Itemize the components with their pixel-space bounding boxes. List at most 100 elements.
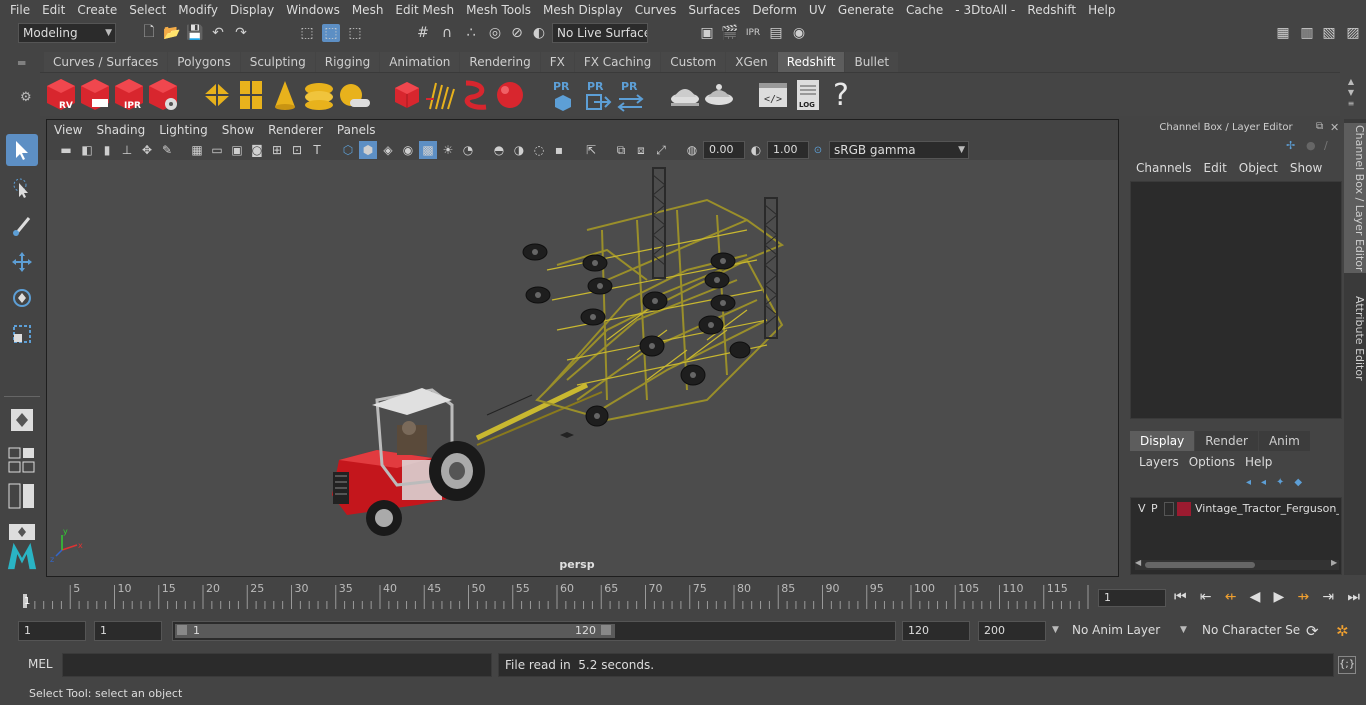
camera-attributes-icon[interactable]: ◧ xyxy=(78,141,96,159)
redshift-script-icon[interactable]: </> xyxy=(756,77,790,113)
redo-icon[interactable]: ↷ xyxy=(232,24,250,42)
menu-mesh[interactable]: Mesh xyxy=(346,0,390,20)
shelf-settings-icon[interactable]: ⚙ xyxy=(20,90,36,106)
shelf-tab-sculpting[interactable]: Sculpting xyxy=(240,52,315,72)
channel-box-menu-edit[interactable]: Edit xyxy=(1198,161,1233,177)
redshift-log-icon[interactable]: LOG xyxy=(790,77,824,113)
camera-select-icon[interactable]: ▬ xyxy=(57,141,75,159)
live-surface-field[interactable]: No Live Surface xyxy=(552,23,648,43)
layer-tab-anim[interactable]: Anim xyxy=(1258,431,1310,451)
menu-curves[interactable]: Curves xyxy=(629,0,683,20)
undo-icon[interactable]: ↶ xyxy=(209,24,227,42)
panel-float-icon[interactable]: ⧉ xyxy=(1316,121,1323,132)
viewport-menu-show[interactable]: Show xyxy=(215,123,261,137)
menu-generate[interactable]: Generate xyxy=(832,0,900,20)
command-input[interactable] xyxy=(62,653,492,677)
redshift-sphere-icon[interactable] xyxy=(492,77,526,113)
play-backward-icon[interactable]: ◀ xyxy=(1250,589,1261,607)
menu-modify[interactable]: Modify xyxy=(172,0,224,20)
move-tool-icon[interactable] xyxy=(6,246,38,278)
step-forward-key-icon[interactable]: ⇥ xyxy=(1322,589,1334,607)
scale-tool-icon[interactable] xyxy=(6,318,38,350)
menu-edit[interactable]: Edit xyxy=(36,0,71,20)
safe-title-icon[interactable]: T xyxy=(308,141,326,159)
animation-end-field[interactable]: 200 xyxy=(978,621,1046,641)
snap-view-icon[interactable]: ◎ xyxy=(486,24,504,42)
anim-layer-selector[interactable]: ▼ No Anim Layer xyxy=(1052,621,1172,641)
redshift-settings-icon[interactable] xyxy=(146,77,180,113)
shelf-tab-animation[interactable]: Animation xyxy=(380,52,460,72)
viewport-menu-panels[interactable]: Panels xyxy=(330,123,383,137)
select-object-icon[interactable]: ⬚ xyxy=(322,24,340,42)
menu-mesh-tools[interactable]: Mesh Tools xyxy=(460,0,537,20)
anim-preferences-icon[interactable]: ✲ xyxy=(1336,622,1349,640)
2d-pan-zoom-icon[interactable]: ✥ xyxy=(138,141,156,159)
motion-blur-icon[interactable]: ◓ xyxy=(490,141,508,159)
smooth-shade-icon[interactable]: ⬢ xyxy=(359,141,377,159)
textured-icon[interactable]: ◉ xyxy=(399,141,417,159)
render-view-icon[interactable]: ▣ xyxy=(698,24,716,42)
layer-menu-options[interactable]: Options xyxy=(1184,455,1240,471)
color-space-selector[interactable]: sRGB gamma ▼ xyxy=(829,141,969,159)
side-tab-channel-box[interactable]: Channel Box / Layer Editor xyxy=(1344,123,1366,273)
film-gate-icon[interactable]: ▭ xyxy=(208,141,226,159)
color-management-icon[interactable]: ⊙ xyxy=(809,141,827,159)
expand-icon[interactable]: ⤢ xyxy=(652,141,670,159)
render-frame-icon[interactable]: 🎬 xyxy=(721,24,739,42)
layer-reference-toggle[interactable] xyxy=(1164,502,1174,516)
menu-select[interactable]: Select xyxy=(123,0,172,20)
toggle-panel-icon[interactable]: ▥ xyxy=(1298,24,1316,42)
save-scene-icon[interactable]: 💾 xyxy=(186,24,204,42)
redshift-render-frame-icon[interactable] xyxy=(78,77,112,113)
channel-box-pin-icon[interactable]: ∕ xyxy=(1324,139,1328,152)
redshift-cube-icon[interactable] xyxy=(390,77,424,113)
viewport-menu-view[interactable]: View xyxy=(47,123,89,137)
menu-redshift[interactable]: Redshift xyxy=(1021,0,1082,20)
step-forward-frame-icon[interactable]: ⇸ xyxy=(1298,589,1310,607)
layer-row[interactable]: V P Vintage_Tractor_Ferguson_69 xyxy=(1133,501,1341,519)
snap-curve-icon[interactable]: ∩ xyxy=(438,24,456,42)
field-chart-icon[interactable]: ⊞ xyxy=(268,141,286,159)
script-language-label[interactable]: MEL xyxy=(28,657,53,671)
menu-deform[interactable]: Deform xyxy=(746,0,803,20)
current-frame-field[interactable]: 1 xyxy=(1098,589,1166,607)
panel-close-icon[interactable]: ✕ xyxy=(1330,121,1339,134)
playback-end-field[interactable]: 120 xyxy=(902,621,970,641)
lasso-tool-icon[interactable] xyxy=(6,172,38,204)
hypershade-icon[interactable]: ◉ xyxy=(790,24,808,42)
step-back-key-icon[interactable]: ⇤ xyxy=(1200,589,1212,607)
layer-horizontal-scrollbar[interactable]: ◀ ▶ xyxy=(1135,558,1339,570)
menu-mesh-display[interactable]: Mesh Display xyxy=(537,0,629,20)
attribute-editor-toggle-icon[interactable]: ▧ xyxy=(1320,24,1338,42)
image-plane-icon[interactable]: ⊥ xyxy=(118,141,136,159)
new-scene-icon[interactable]: 🗋 xyxy=(140,24,158,42)
snap-grid-icon[interactable]: # xyxy=(414,24,432,42)
select-component-icon[interactable]: ⬚ xyxy=(346,24,364,42)
render-settings-icon[interactable]: ▤ xyxy=(767,24,785,42)
ipr-render-icon[interactable]: IPR xyxy=(744,24,762,42)
channel-list[interactable] xyxy=(1130,181,1342,419)
menu-display[interactable]: Display xyxy=(224,0,280,20)
isolate-select-icon[interactable]: ▪ xyxy=(550,141,568,159)
auto-key-icon[interactable]: ⟳ xyxy=(1306,622,1319,640)
bookmark-icon[interactable]: ▮ xyxy=(98,141,116,159)
viewport-menu-lighting[interactable]: Lighting xyxy=(152,123,215,137)
rotate-tool-icon[interactable] xyxy=(6,282,38,314)
shelf-tab-custom[interactable]: Custom xyxy=(661,52,726,72)
mode-selector[interactable]: Modeling ▼ xyxy=(18,23,116,43)
viewport-menu-renderer[interactable]: Renderer xyxy=(261,123,330,137)
safe-action-icon[interactable]: ⊡ xyxy=(288,141,306,159)
select-hierarchy-icon[interactable]: ⬚ xyxy=(298,24,316,42)
layer-visibility-toggle[interactable]: V xyxy=(1138,502,1146,515)
shelf-scroll-icon[interactable]: ▲ ▼ ≡ xyxy=(1344,76,1358,110)
redshift-sun-sky-icon[interactable] xyxy=(336,77,370,113)
range-slider[interactable]: 1 120 xyxy=(172,621,896,641)
layer-menu-help[interactable]: Help xyxy=(1240,455,1277,471)
menu-file[interactable]: File xyxy=(0,0,36,20)
select-tool-icon[interactable] xyxy=(6,134,38,166)
redshift-render-view-icon[interactable]: RV xyxy=(44,77,78,113)
menu-help[interactable]: Help xyxy=(1082,0,1121,20)
shelf-tab-bullet[interactable]: Bullet xyxy=(845,52,899,72)
shelf-tab-fx-caching[interactable]: FX Caching xyxy=(574,52,661,72)
exposure-icon[interactable]: ◍ xyxy=(683,141,701,159)
